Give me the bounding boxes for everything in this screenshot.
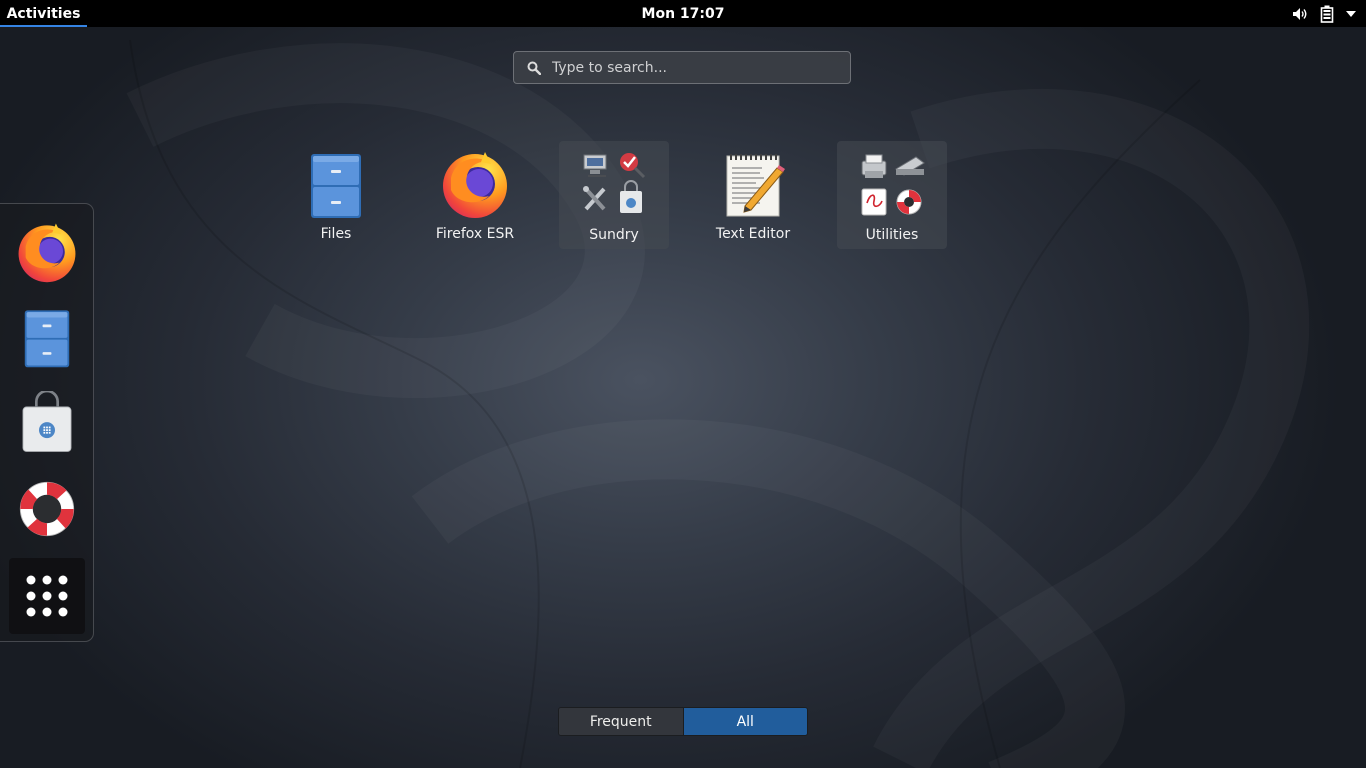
app-label: Sundry [589, 227, 639, 243]
top-bar: Activities Mon 17:07 [0, 0, 1366, 27]
app-label: Text Editor [715, 226, 791, 242]
battery-icon [1320, 5, 1334, 23]
system-tray[interactable] [1292, 0, 1356, 27]
folder-utilities-icon [861, 154, 925, 216]
app-files[interactable]: Files [281, 140, 391, 248]
file-cabinet-icon [311, 154, 361, 218]
app-text-editor[interactable]: Text Editor [698, 140, 808, 248]
app-label: Firefox ESR [435, 226, 515, 242]
clock[interactable]: Mon 17:07 [610, 0, 756, 27]
show-apps-grid-icon [26, 575, 68, 617]
volume-icon [1292, 6, 1308, 22]
dash-item-files[interactable] [9, 299, 85, 375]
app-label: Utilities [865, 227, 919, 243]
dash-item-software[interactable] [9, 385, 85, 461]
app-label: Files [320, 226, 352, 242]
search-icon [527, 61, 541, 75]
tab-all[interactable]: All [683, 708, 807, 735]
firefox-icon [443, 152, 507, 218]
app-folder-utilities[interactable]: Utilities [837, 141, 947, 249]
firefox-icon [18, 223, 76, 283]
desktop-background [129, 39, 1201, 768]
lifebuoy-icon [19, 481, 75, 537]
search-box[interactable] [513, 51, 851, 84]
software-bag-icon [22, 391, 72, 452]
activities-button[interactable]: Activities [0, 0, 87, 27]
dash-item-firefox[interactable] [9, 214, 85, 290]
app-view-switcher: Frequent All [558, 707, 808, 736]
app-firefox-esr[interactable]: Firefox ESR [420, 140, 530, 248]
dash-item-help[interactable] [9, 471, 85, 547]
dash [0, 203, 94, 642]
folder-sundry-icon [583, 153, 646, 213]
file-cabinet-icon [24, 310, 70, 368]
tab-frequent[interactable]: Frequent [559, 708, 684, 735]
notepad-pencil-icon [726, 154, 785, 217]
search-input[interactable] [552, 59, 822, 76]
menu-arrow-icon[interactable] [1346, 10, 1356, 18]
app-folder-sundry[interactable]: Sundry [559, 141, 669, 249]
show-applications-button[interactable] [9, 558, 85, 634]
